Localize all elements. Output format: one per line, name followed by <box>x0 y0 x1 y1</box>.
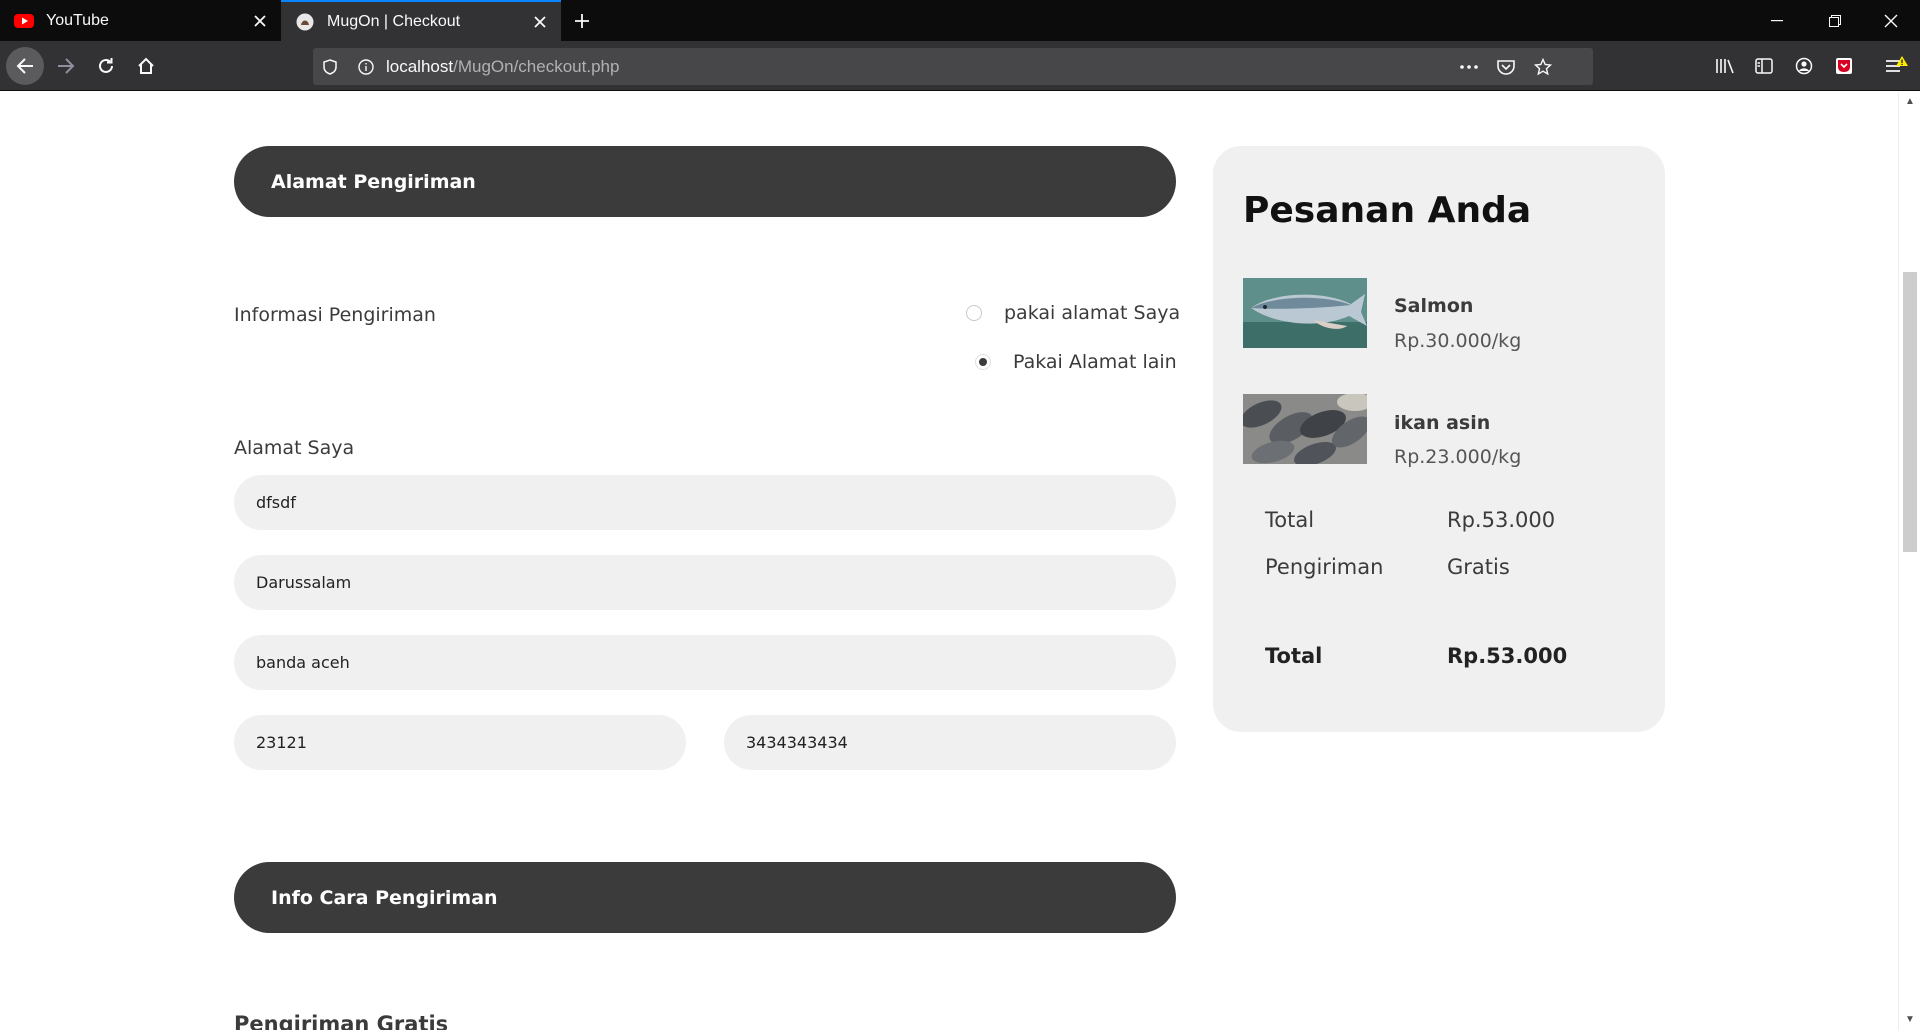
shipping-cost-value: Gratis <box>1447 555 1510 579</box>
subtotal-value: Rp.53.000 <box>1447 508 1556 532</box>
item-price: Rp.23.000/kg <box>1394 446 1522 468</box>
subtotal-label: Total <box>1265 508 1315 532</box>
radio-label: Pakai Alamat lain <box>1013 351 1177 373</box>
scroll-down-icon[interactable]: ▼ <box>1903 1012 1917 1026</box>
page-actions-icon[interactable] <box>1456 54 1482 80</box>
free-shipping-label: Pengiriman Gratis <box>234 1012 449 1030</box>
bookmark-star-icon[interactable] <box>1530 54 1556 80</box>
forward-button[interactable] <box>48 48 84 84</box>
pocket-icon[interactable] <box>1493 54 1519 80</box>
postal-code-input[interactable] <box>234 715 686 770</box>
library-icon[interactable] <box>1712 53 1738 79</box>
navigation-toolbar: localhost/MugOn/checkout.php <box>0 41 1920 91</box>
site-info-icon[interactable] <box>353 54 379 80</box>
menu-icon[interactable] <box>1883 53 1909 79</box>
phone-input[interactable] <box>724 715 1176 770</box>
address-input[interactable] <box>234 475 1176 530</box>
item-name: Salmon <box>1394 295 1474 317</box>
tab-youtube[interactable]: YouTube <box>0 0 281 41</box>
salted-fish-photo <box>1243 394 1367 464</box>
total-label: Total <box>1265 644 1323 668</box>
mugon-icon <box>295 12 315 32</box>
home-button[interactable] <box>128 48 164 84</box>
page-scrollbar[interactable]: ▲ ▼ <box>1898 92 1920 1030</box>
youtube-icon <box>14 11 34 31</box>
item-name: ikan asin <box>1394 412 1491 434</box>
shipping-info-label: Informasi Pengiriman <box>234 304 436 326</box>
back-button[interactable] <box>6 47 44 85</box>
radio-use-my-address[interactable]: pakai alamat Saya <box>966 302 1180 324</box>
account-icon[interactable] <box>1791 53 1817 79</box>
tracking-shield-icon[interactable] <box>317 54 343 80</box>
shipping-address-header: Alamat Pengiriman <box>234 146 1176 217</box>
tab-title: YouTube <box>46 11 109 29</box>
my-address-label: Alamat Saya <box>234 437 355 459</box>
item-price: Rp.30.000/kg <box>1394 330 1522 352</box>
radio-use-other-address[interactable]: Pakai Alamat lain <box>975 351 1177 373</box>
radio-button[interactable] <box>966 305 982 321</box>
close-tab-icon[interactable] <box>245 6 275 36</box>
total-value: Rp.53.000 <box>1447 644 1568 668</box>
reload-button[interactable] <box>88 48 124 84</box>
restore-button[interactable] <box>1812 0 1858 41</box>
close-window-button[interactable] <box>1868 0 1914 41</box>
sidebar-icon[interactable] <box>1751 53 1777 79</box>
url-bar[interactable]: localhost/MugOn/checkout.php <box>313 48 1593 85</box>
delivery-info-header: Info Cara Pengiriman <box>234 862 1176 933</box>
order-title: Pesanan Anda <box>1243 190 1532 231</box>
salmon-photo <box>1243 278 1367 348</box>
tab-bar: YouTube MugOn | Checkout <box>0 0 1920 41</box>
minimize-button[interactable] <box>1754 0 1800 41</box>
tab-checkout[interactable]: MugOn | Checkout <box>281 0 561 41</box>
district-input[interactable] <box>234 555 1176 610</box>
new-tab-button[interactable] <box>566 5 598 37</box>
scroll-up-icon[interactable]: ▲ <box>1903 94 1917 108</box>
url-text[interactable]: localhost/MugOn/checkout.php <box>386 57 619 77</box>
page-viewport: Alamat Pengiriman Informasi Pengiriman p… <box>0 92 1898 1030</box>
extension-icon[interactable] <box>1831 53 1857 79</box>
radio-button[interactable] <box>975 354 991 370</box>
close-tab-icon[interactable] <box>525 7 555 37</box>
order-summary-card: Pesanan Anda Salmon Rp.30.000/kg ikan as… <box>1213 146 1665 732</box>
tab-title: MugOn | Checkout <box>327 12 461 30</box>
shipping-cost-label: Pengiriman <box>1265 555 1384 579</box>
city-input[interactable] <box>234 635 1176 690</box>
scrollbar-thumb[interactable] <box>1903 272 1917 552</box>
radio-label: pakai alamat Saya <box>1004 302 1181 324</box>
